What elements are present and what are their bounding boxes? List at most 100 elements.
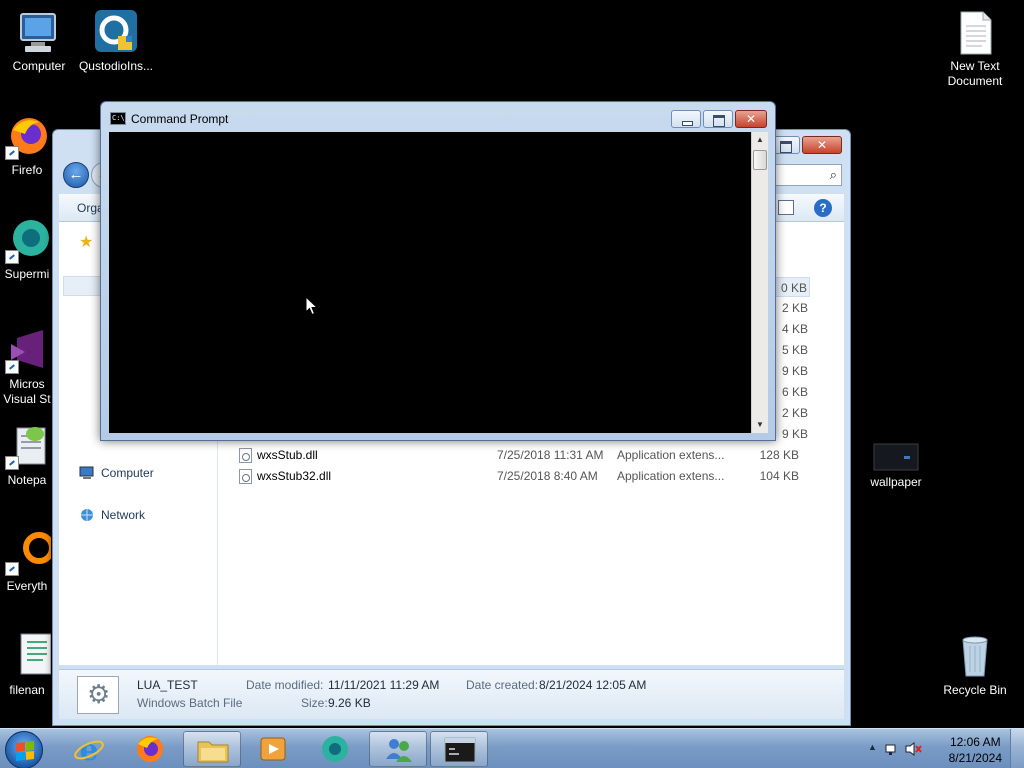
maximize-button[interactable] xyxy=(703,110,733,128)
computer-icon xyxy=(79,466,94,479)
details-size-label: Size: xyxy=(301,696,328,710)
desktop-icon-everything[interactable]: Everyth xyxy=(1,528,53,594)
command-prompt-icon xyxy=(444,737,476,763)
shortcut-arrow-icon xyxy=(5,456,19,470)
batch-file-gear-icon xyxy=(77,676,119,714)
details-modified-value: 11/11/2021 11:29 AM xyxy=(328,678,440,692)
file-row[interactable]: wxsStub32.dll 7/25/2018 8:40 AM Applicat… xyxy=(239,466,814,486)
minimize-button[interactable] xyxy=(671,110,701,128)
desktop-icon-computer[interactable]: Computer xyxy=(1,8,77,74)
desktop-icon-label: Everyth xyxy=(6,579,48,593)
desktop-icon-label: Recycle Bin xyxy=(943,683,1007,697)
desktop-icon-qustodio[interactable]: QustodioIns... xyxy=(78,8,154,74)
taskbar-windows-explorer[interactable] xyxy=(183,731,241,767)
image-file-thumbnail-icon xyxy=(872,440,920,472)
explorer-caption-buttons xyxy=(770,136,842,154)
desktop-icon-label: Firefo xyxy=(11,163,43,177)
taskbar-internet-explorer[interactable]: e xyxy=(60,731,118,767)
taskbar: e ▲ 12:06 AM 8/21/2024 xyxy=(0,728,1024,768)
svg-text:e: e xyxy=(79,734,98,764)
desktop-icon-label: Notepa xyxy=(7,473,47,487)
taskbar-supermium[interactable] xyxy=(306,731,364,767)
clock-time: 12:06 AM xyxy=(949,735,1001,749)
folder-icon xyxy=(197,741,229,763)
search-icon: ⌕ xyxy=(829,167,837,182)
nav-item-computer[interactable]: Computer xyxy=(79,466,154,480)
desktop-icon-label: Supermi xyxy=(4,267,50,281)
favorites-star-icon[interactable]: ★ xyxy=(79,232,93,252)
desktop-icon-notepad[interactable]: Notepa xyxy=(1,422,53,488)
preview-pane-icon[interactable] xyxy=(778,200,794,215)
file-row[interactable]: wxsStub.dll 7/25/2018 11:31 AM Applicati… xyxy=(239,445,814,465)
details-size-value: 9.26 KB xyxy=(328,696,371,710)
dll-file-icon xyxy=(239,468,252,484)
file-name: wxsStub32.dll xyxy=(257,469,332,483)
nav-item-label: Computer xyxy=(101,466,154,480)
desktop-icon-firefox[interactable]: Firefo xyxy=(1,112,53,178)
shortcut-arrow-icon xyxy=(5,360,19,374)
internet-explorer-icon: e xyxy=(74,734,104,764)
vertical-scrollbar[interactable]: ▲ ▼ xyxy=(751,132,768,433)
recycle-bin-icon xyxy=(951,632,999,680)
nav-item-label: Network xyxy=(101,508,146,522)
show-hidden-icons-chevron-icon[interactable]: ▲ xyxy=(868,742,877,752)
file-size: 128 KB xyxy=(759,448,799,462)
volume-muted-icon[interactable] xyxy=(904,741,922,757)
details-created-label: Date created: xyxy=(466,678,539,692)
details-pane: LUA_TEST Windows Batch File Date modifie… xyxy=(59,669,844,719)
shortcut-arrow-icon xyxy=(5,562,19,576)
show-desktop-button[interactable] xyxy=(1010,729,1024,768)
desktop-icon-visual-studio[interactable]: Micros Visual St xyxy=(1,326,53,407)
shortcut-arrow-icon xyxy=(5,250,19,264)
back-arrow-icon[interactable]: ← xyxy=(63,162,89,188)
visual-studio-icon xyxy=(3,326,51,374)
console-output-area[interactable] xyxy=(109,132,751,433)
desktop-icon-filename[interactable]: filenan xyxy=(1,632,53,698)
qustodio-installer-icon xyxy=(92,8,140,56)
close-button[interactable] xyxy=(735,110,767,128)
desktop-icon-supermium[interactable]: Supermi xyxy=(1,216,53,282)
notification-area: ▲ 12:06 AM 8/21/2024 xyxy=(854,729,1024,768)
firefox-icon xyxy=(137,736,163,762)
users-icon xyxy=(386,739,412,762)
file-date: 7/25/2018 11:31 AM xyxy=(497,448,604,462)
nav-item-network[interactable]: Network xyxy=(79,508,145,522)
explorer-close-button[interactable] xyxy=(802,136,842,154)
details-file-name: LUA_TEST xyxy=(137,678,198,692)
scroll-up-arrow-icon[interactable]: ▲ xyxy=(752,132,768,148)
file-name: wxsStub.dll xyxy=(257,448,318,462)
taskbar-firefox[interactable] xyxy=(121,731,179,767)
firefox-icon xyxy=(3,112,51,160)
file-size: 104 KB xyxy=(759,469,799,483)
cmd-caption-buttons xyxy=(671,110,767,128)
taskbar-clock[interactable]: 12:06 AM 8/21/2024 xyxy=(949,734,1002,766)
desktop-icon-label: New Text xyxy=(950,59,1000,73)
command-prompt-window[interactable]: C:\_ Command Prompt ▲ ▼ xyxy=(100,101,776,441)
script-file-icon xyxy=(3,632,52,680)
start-button[interactable] xyxy=(5,731,43,768)
taskbar-command-prompt[interactable] xyxy=(430,731,488,767)
text-document-icon xyxy=(951,8,999,56)
desktop-icon-label: wallpaper xyxy=(870,475,922,489)
dll-file-icon xyxy=(239,447,252,463)
shortcut-arrow-icon xyxy=(5,146,19,160)
desktop-icon-wallpaper[interactable]: wallpaper xyxy=(858,440,934,490)
taskbar-media-player[interactable] xyxy=(244,731,302,767)
desktop-icon-label: filenan xyxy=(9,683,45,697)
taskbar-qustodio[interactable] xyxy=(369,731,427,767)
desktop-icon-recycle-bin[interactable]: Recycle Bin xyxy=(937,632,1013,698)
desktop-icon-label: Computer xyxy=(12,59,66,73)
desktop-icon-new-text-document[interactable]: New Text Document xyxy=(937,8,1013,89)
desktop-icon-label-line2: Visual St xyxy=(3,392,51,406)
computer-icon xyxy=(15,8,63,56)
desktop-icon-label-line2: Document xyxy=(947,74,1003,88)
scroll-down-arrow-icon[interactable]: ▼ xyxy=(752,417,768,433)
file-date: 7/25/2018 8:40 AM xyxy=(497,469,598,483)
help-icon[interactable]: ? xyxy=(814,199,832,217)
command-prompt-icon: C:\_ xyxy=(110,112,129,125)
network-icon xyxy=(81,509,93,521)
network-status-icon[interactable] xyxy=(884,741,900,757)
window-title: Command Prompt xyxy=(131,112,229,126)
scrollbar-thumb[interactable] xyxy=(753,150,767,170)
details-file-kind: Windows Batch File xyxy=(137,696,243,710)
